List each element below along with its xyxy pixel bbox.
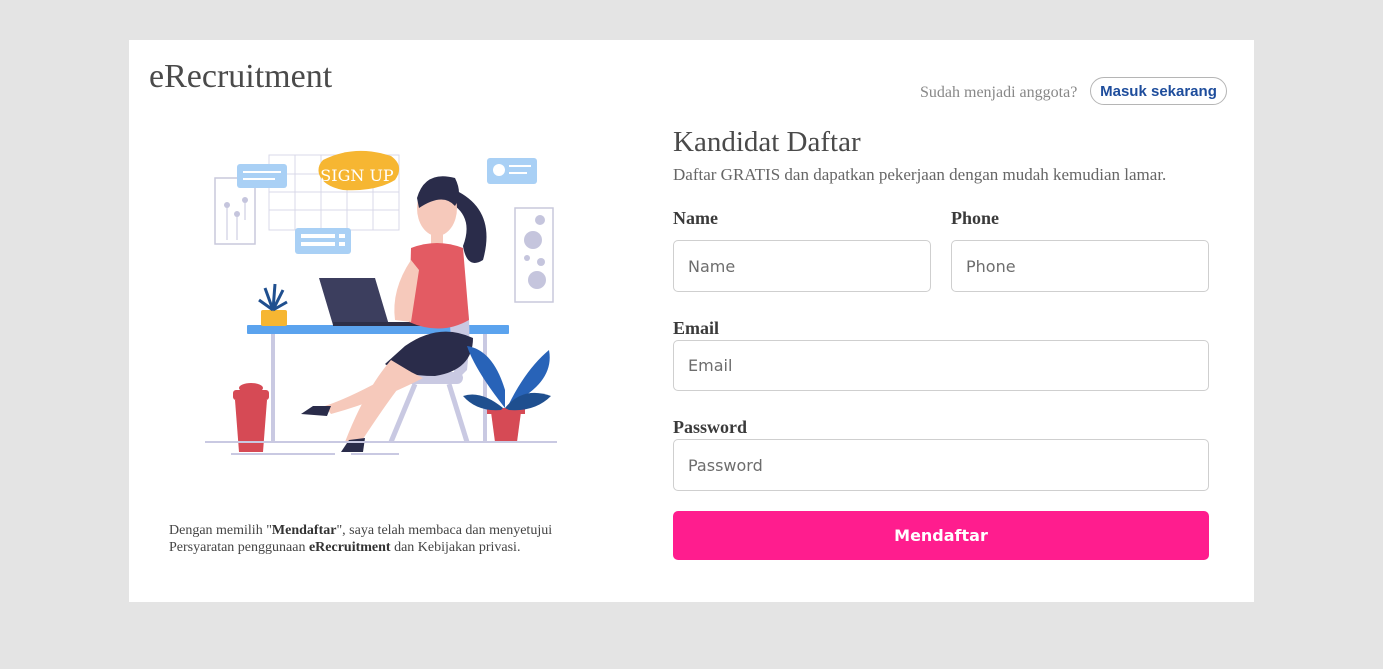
form-card [295,228,351,254]
name-label: Name [673,208,718,228]
password-input[interactable] [673,439,1209,491]
phone-input[interactable] [951,240,1209,292]
email-input[interactable] [673,340,1209,391]
terms-bold-brand: eRecruitment [308,540,391,555]
profile-card [487,158,537,184]
floor-plant [463,346,551,442]
form-title: Kandidat Daftar [673,126,861,158]
terms-text: Dengan memilih "Mendaftar", saya telah m… [169,523,553,555]
password-label: Password [673,417,748,437]
desk-plant [258,283,288,326]
login-button[interactable]: Masuk sekarang [1090,77,1227,105]
speaker [514,207,554,303]
message-card [237,164,287,188]
login-prompt: Sudah menjadi anggota? [920,84,1078,101]
sign-up-bubble: SIGN UP [318,150,400,191]
register-button[interactable]: Mendaftar [673,511,1209,560]
signup-illustration: SIGN UP [205,150,557,455]
sign-up-text: SIGN UP [320,166,394,185]
brand-logo[interactable]: eRecruitment [149,58,332,96]
signup-card: eRecruitment Sudah menjadi anggota? Masu… [129,40,1254,602]
phone-label: Phone [951,208,1000,228]
email-label: Email [673,318,720,338]
terms-bold-action: Mendaftar [271,523,337,538]
form-subtitle: Daftar GRATIS dan dapatkan pekerjaan den… [673,165,1167,184]
name-input[interactable] [673,240,931,292]
